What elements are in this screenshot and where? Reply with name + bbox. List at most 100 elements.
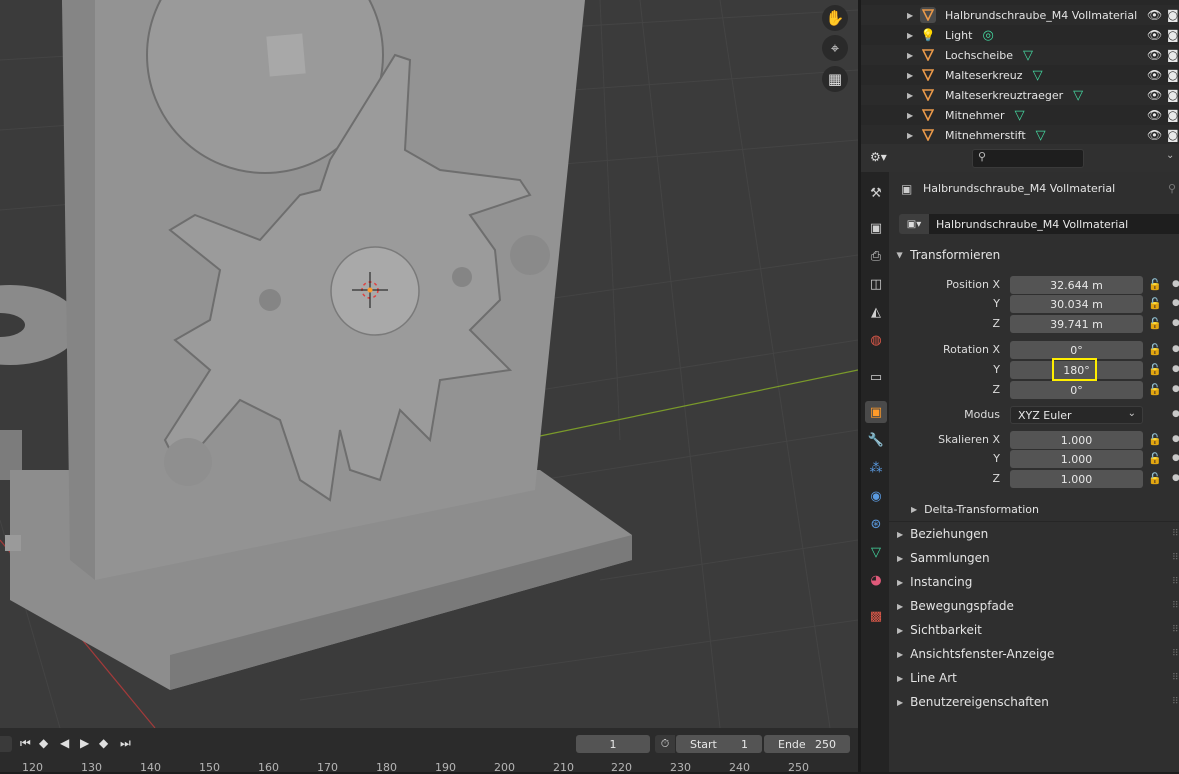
editor-type-icon[interactable]: ⚙▾ [870, 150, 900, 166]
drag-grip-icon[interactable]: ⠿ [1172, 577, 1179, 587]
render-camera-icon[interactable]: ◙ [1167, 8, 1179, 22]
outliner-row-mitnehmer[interactable]: ▶ Mitnehmer ▽ 👁 ◙ [861, 105, 1179, 125]
outliner-row-halbrundschraube[interactable]: ▶ Halbrundschraube_M4 Vollmaterial 👁 ◙ [861, 5, 1179, 25]
stopwatch-icon[interactable]: ⏱ [655, 735, 675, 753]
keyframe-dot-icon[interactable]: ● [1172, 298, 1179, 308]
expand-arrow-icon[interactable]: ▶ [907, 51, 913, 60]
drag-grip-icon[interactable]: ⠿ [1172, 697, 1179, 707]
outliner-item-name[interactable]: Halbrundschraube_M4 Vollmaterial [945, 9, 1137, 22]
lock-icon[interactable]: 🔓 [1148, 317, 1162, 330]
position-x-field[interactable]: 32.644 m [1010, 276, 1143, 294]
collection-tab-icon[interactable]: ▭ [865, 366, 887, 388]
outliner-row-malteserkreuztraeger[interactable]: ▶ Malteserkreuztraeger ▽ 👁 ◙ [861, 85, 1179, 105]
panel-ansichtsfenster-anzeige[interactable]: ▶ Ansichtsfenster-Anzeige [897, 647, 1054, 661]
timeline-menu-button[interactable] [0, 736, 12, 752]
lock-icon[interactable]: 🔓 [1148, 472, 1162, 485]
output-tab-icon[interactable]: ⎙ [865, 245, 887, 267]
outliner-item-name[interactable]: Malteserkreuztraeger ▽ [945, 88, 1083, 103]
drag-grip-icon[interactable]: ⠿ [1172, 673, 1179, 683]
drag-grip-icon[interactable]: ⠿ [1172, 529, 1179, 539]
expand-arrow-icon[interactable]: ▶ [907, 71, 913, 80]
visibility-eye-icon[interactable]: 👁 [1147, 8, 1162, 22]
render-camera-icon[interactable]: ◙ [1167, 108, 1179, 122]
panel-benutzereigenschaften[interactable]: ▶ Benutzereigenschaften [897, 695, 1049, 709]
keyframe-dot-icon[interactable]: ● [1172, 434, 1179, 444]
visibility-eye-icon[interactable]: 👁 [1147, 108, 1162, 122]
play-reverse-icon[interactable]: ◀ [60, 736, 69, 750]
keyframe-dot-icon[interactable]: ● [1172, 473, 1179, 483]
rotation-z-field[interactable]: 0° [1010, 381, 1143, 399]
constraints-tab-icon[interactable]: ⊛ [865, 513, 887, 535]
tool-tab-icon[interactable]: ⚒ [865, 182, 887, 204]
drag-grip-icon[interactable]: ⠿ [1172, 601, 1179, 611]
outliner-item-name[interactable]: Mitnehmerstift ▽ [945, 128, 1046, 143]
jump-to-start-icon[interactable]: ⏮ [20, 736, 31, 751]
keyframe-dot-icon[interactable]: ● [1172, 384, 1179, 394]
current-frame-field[interactable]: 1 [576, 735, 650, 753]
transform-panel-header[interactable]: ▶ Transformieren [896, 248, 1001, 262]
expand-arrow-icon[interactable]: ▶ [907, 31, 913, 40]
object-name-field[interactable]: Halbrundschraube_M4 Vollmaterial [929, 214, 1179, 234]
3d-viewport[interactable]: ✋ ⌖ ▦ [0, 0, 858, 728]
world-tab-icon[interactable]: ◍ [865, 329, 887, 351]
scale-y-field[interactable]: 1.000 [1010, 450, 1143, 468]
panel-beziehungen[interactable]: ▶ Beziehungen [897, 527, 988, 541]
pan-hand-icon[interactable]: ✋ [822, 5, 848, 31]
lock-icon[interactable]: 🔓 [1148, 297, 1162, 310]
visibility-eye-icon[interactable]: 👁 [1147, 28, 1162, 42]
drag-grip-icon[interactable]: ⠿ [1172, 553, 1179, 563]
outliner-row-malteserkreuz[interactable]: ▶ Malteserkreuz ▽ 👁 ◙ [861, 65, 1179, 85]
jump-to-keyframe-next-icon[interactable]: ◆ [99, 736, 108, 750]
keyframe-dot-icon[interactable]: ● [1172, 279, 1179, 289]
perspective-grid-icon[interactable]: ▦ [822, 66, 848, 92]
object-tab-icon[interactable]: ▣ [865, 401, 887, 423]
lock-icon[interactable]: 🔓 [1148, 452, 1162, 465]
position-y-field[interactable]: 30.034 m [1010, 295, 1143, 313]
outliner-item-name[interactable]: Malteserkreuz ▽ [945, 68, 1043, 83]
outliner-row-mitnehmerstift[interactable]: ▶ Mitnehmerstift ▽ 👁 ◙ [861, 125, 1179, 144]
physics-tab-icon[interactable]: ◉ [865, 485, 887, 507]
lock-icon[interactable]: 🔓 [1148, 278, 1162, 291]
drag-grip-icon[interactable]: ⠿ [1172, 649, 1179, 659]
panel-instancing[interactable]: ▶ Instancing [897, 575, 972, 589]
visibility-eye-icon[interactable]: 👁 [1147, 48, 1162, 62]
lock-icon[interactable]: 🔓 [1148, 363, 1162, 376]
expand-arrow-icon[interactable]: ▶ [907, 111, 913, 120]
start-frame-field[interactable]: Start 1 [676, 735, 762, 753]
render-camera-icon[interactable]: ◙ [1167, 128, 1179, 142]
delta-transform-subpanel[interactable]: ▶ Delta-Transformation [911, 503, 1039, 516]
scale-z-field[interactable]: 1.000 [1010, 470, 1143, 488]
keyframe-dot-icon[interactable]: ● [1172, 364, 1179, 374]
scene-tab-icon[interactable]: ◭ [865, 301, 887, 323]
keyframe-dot-icon[interactable]: ● [1172, 409, 1179, 419]
render-camera-icon[interactable]: ◙ [1167, 48, 1179, 62]
outliner-item-name[interactable]: Light ◎ [945, 28, 994, 43]
keyframe-dot-icon[interactable]: ● [1172, 318, 1179, 328]
outliner-item-name[interactable]: Lochscheibe ▽ [945, 48, 1033, 63]
render-camera-icon[interactable]: ◙ [1167, 88, 1179, 102]
lock-icon[interactable]: 🔓 [1148, 343, 1162, 356]
outliner-item-name[interactable]: Mitnehmer ▽ [945, 108, 1025, 123]
options-chevron-icon[interactable]: ⌄ [1166, 150, 1174, 161]
expand-arrow-icon[interactable]: ▶ [907, 131, 913, 140]
particles-tab-icon[interactable]: ⁂ [865, 457, 887, 479]
modifier-tab-icon[interactable]: 🔧 [865, 429, 887, 451]
keyframe-dot-icon[interactable]: ● [1172, 453, 1179, 463]
rotation-mode-dropdown[interactable]: XYZ Euler ⌄ [1010, 406, 1143, 424]
visibility-eye-icon[interactable]: 👁 [1147, 88, 1162, 102]
keyframe-dot-icon[interactable]: ● [1172, 344, 1179, 354]
drag-grip-icon[interactable]: ⠿ [1172, 625, 1179, 635]
outliner-row-lochscheibe[interactable]: ▶ Lochscheibe ▽ 👁 ◙ [861, 45, 1179, 65]
render-camera-icon[interactable]: ◙ [1167, 28, 1179, 42]
mesh-data-tab-icon[interactable]: ▽ [865, 541, 887, 563]
view-layer-tab-icon[interactable]: ◫ [865, 273, 887, 295]
object-browse-dropdown[interactable]: ▣▾ [899, 214, 929, 234]
jump-to-keyframe-prev-icon[interactable]: ◆ [39, 736, 48, 750]
texture-tab-icon[interactable]: ▩ [865, 605, 887, 627]
camera-view-icon[interactable]: ⌖ [822, 35, 848, 61]
material-tab-icon[interactable]: ◕ [865, 569, 887, 591]
properties-search-input[interactable]: ⚲ [972, 149, 1084, 168]
expand-arrow-icon[interactable]: ▶ [907, 91, 913, 100]
expand-arrow-icon[interactable]: ▶ [907, 11, 913, 20]
panel-sichtbarkeit[interactable]: ▶ Sichtbarkeit [897, 623, 982, 637]
